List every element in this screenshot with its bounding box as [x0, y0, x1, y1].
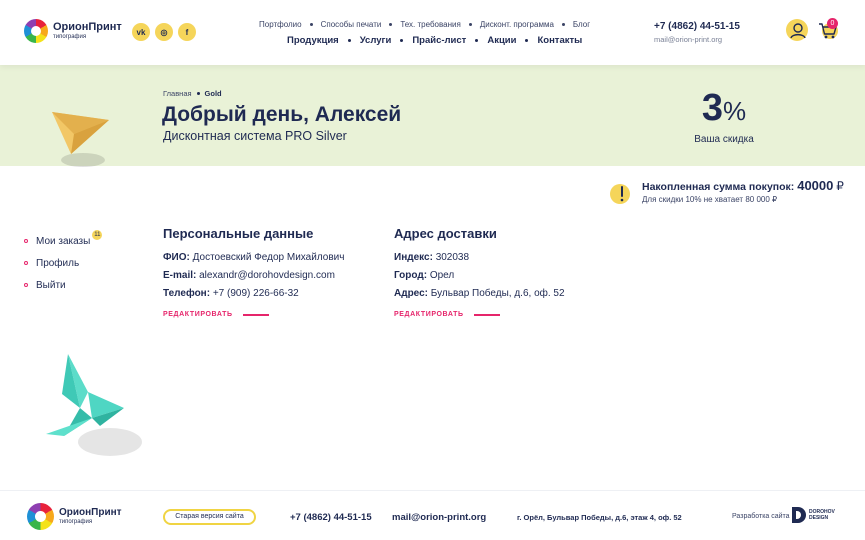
personal-data-section: Персональные данные ФИО: Достоевский Фед…: [163, 226, 344, 318]
vk-icon[interactable]: vk: [132, 23, 150, 41]
breadcrumb-home[interactable]: Главная: [163, 89, 192, 98]
side-menu-label: Мои заказы: [36, 235, 91, 247]
edit-delivery-button[interactable]: РЕДАКТИРОВАТЬ: [394, 311, 565, 318]
delivery-row-index: Индекс: 302038: [394, 252, 470, 263]
bullet-icon: [24, 239, 28, 243]
old-site-button[interactable]: Старая версия сайта: [163, 509, 256, 525]
nav-link-contacts[interactable]: Контакты: [537, 35, 582, 46]
account-side-menu: Мои заказы 11 Профиль Выйти: [24, 230, 103, 301]
dorohov-logo-icon: [792, 507, 806, 523]
main-nav: Продукция Услуги Прайс-лист Акции Контак…: [287, 35, 582, 46]
breadcrumb-current: Gold: [204, 89, 222, 98]
logo-mark-icon: [27, 503, 54, 530]
nav-link-promotions[interactable]: Акции: [487, 35, 516, 46]
purchase-sum: Накопленная сумма покупок: 40000 ₽: [642, 178, 844, 193]
nav-link-discount-program[interactable]: Дисконт. программа: [480, 20, 554, 29]
nav-link-blog[interactable]: Блог: [573, 20, 590, 29]
developer-label: Разработка сайта: [732, 513, 790, 520]
page-title: Добрый день, Алексей: [162, 103, 402, 126]
nav-link-tech-requirements[interactable]: Тех. требования: [400, 20, 461, 29]
logo-subtitle: типография: [53, 34, 87, 40]
nav-link-price-list[interactable]: Прайс-лист: [412, 35, 466, 46]
nav-link-services[interactable]: Услуги: [360, 35, 392, 46]
purchase-sum-label: Накопленная сумма покупок:: [642, 181, 795, 193]
footer-address: г. Орёл, Бульвар Победы, д.6, этаж 4, оф…: [517, 513, 682, 522]
personal-row-email: E-mail: alexandr@dorohovdesign.com: [163, 270, 335, 281]
purchase-sum-currency: ₽: [836, 179, 844, 193]
section-title: Адрес доставки: [394, 226, 497, 241]
discount-value: 3: [701, 87, 723, 129]
footer-phone[interactable]: +7 (4862) 44-51-15: [290, 512, 372, 523]
cart-count-badge: 0: [827, 18, 838, 29]
side-menu-logout[interactable]: Выйти: [24, 279, 102, 291]
side-menu-my-orders[interactable]: Мои заказы 11: [24, 230, 103, 247]
alert-icon: [610, 184, 630, 204]
purchase-note: Для скидки 10% не хватает 80 000 ₽: [642, 195, 778, 204]
personal-row-phone: Телефон: +7 (909) 226-66-32: [163, 288, 299, 299]
instagram-icon[interactable]: ◎: [155, 23, 173, 41]
discount-label: Ваша скидка: [694, 134, 754, 145]
side-menu-label: Выйти: [36, 279, 66, 291]
logo-subtitle: типография: [59, 519, 93, 525]
header-phone[interactable]: +7 (4862) 44-51-15: [654, 21, 740, 32]
edit-personal-button[interactable]: РЕДАКТИРОВАТЬ: [163, 311, 344, 318]
nav-link-portfolio[interactable]: Портфолио: [259, 20, 302, 29]
footer-logo[interactable]: ОрионПринт типография: [27, 503, 122, 530]
discount-unit: %: [723, 96, 747, 126]
paper-plane-icon: [52, 112, 109, 167]
developer-name-line2: DESIGN: [809, 515, 829, 521]
discount-level: Дисконтная система PRO Silver: [163, 129, 347, 143]
logo-name: ОрионПринт: [59, 507, 122, 518]
delivery-row-city: Город: Орел: [394, 270, 455, 281]
orders-count-badge: 11: [92, 230, 103, 240]
header-email[interactable]: mail@orion-print.org: [654, 35, 722, 44]
facebook-icon[interactable]: f: [178, 23, 196, 41]
secondary-nav: Портфолио Способы печати Тех. требования…: [259, 20, 590, 29]
origami-butterfly-icon: [46, 354, 142, 456]
breadcrumb: Главная Gold: [163, 89, 222, 98]
user-icon: [790, 23, 806, 39]
discount-display: 3% Ваша скидка: [693, 88, 755, 145]
side-menu-profile[interactable]: Профиль: [24, 257, 102, 269]
delivery-row-address: Адрес: Бульвар Победы, д.6, оф. 52: [394, 288, 565, 299]
user-account-button[interactable]: [786, 19, 808, 41]
developer-logo[interactable]: DOROHOV DESIGN: [792, 507, 835, 523]
delivery-address-section: Адрес доставки Индекс: 302038 Город: Оре…: [394, 226, 565, 318]
side-menu-label: Профиль: [36, 257, 80, 269]
footer-email[interactable]: mail@orion-print.org: [392, 512, 486, 523]
logo-name: ОрионПринт: [53, 21, 122, 33]
nav-link-products[interactable]: Продукция: [287, 35, 339, 46]
logo[interactable]: ОрионПринт типография: [24, 19, 122, 43]
section-title: Персональные данные: [163, 226, 314, 241]
bullet-icon: [24, 283, 28, 287]
bullet-icon: [24, 261, 28, 265]
purchase-sum-amount: 40000: [797, 178, 834, 193]
personal-row-name: ФИО: Достоевский Федор Михайлович: [163, 252, 345, 263]
social-links: vk ◎ f: [132, 23, 196, 41]
nav-link-print-methods[interactable]: Способы печати: [321, 20, 382, 29]
site-header: ОрионПринт типография vk ◎ f Портфолио С…: [0, 0, 865, 65]
logo-mark-icon: [24, 19, 48, 43]
